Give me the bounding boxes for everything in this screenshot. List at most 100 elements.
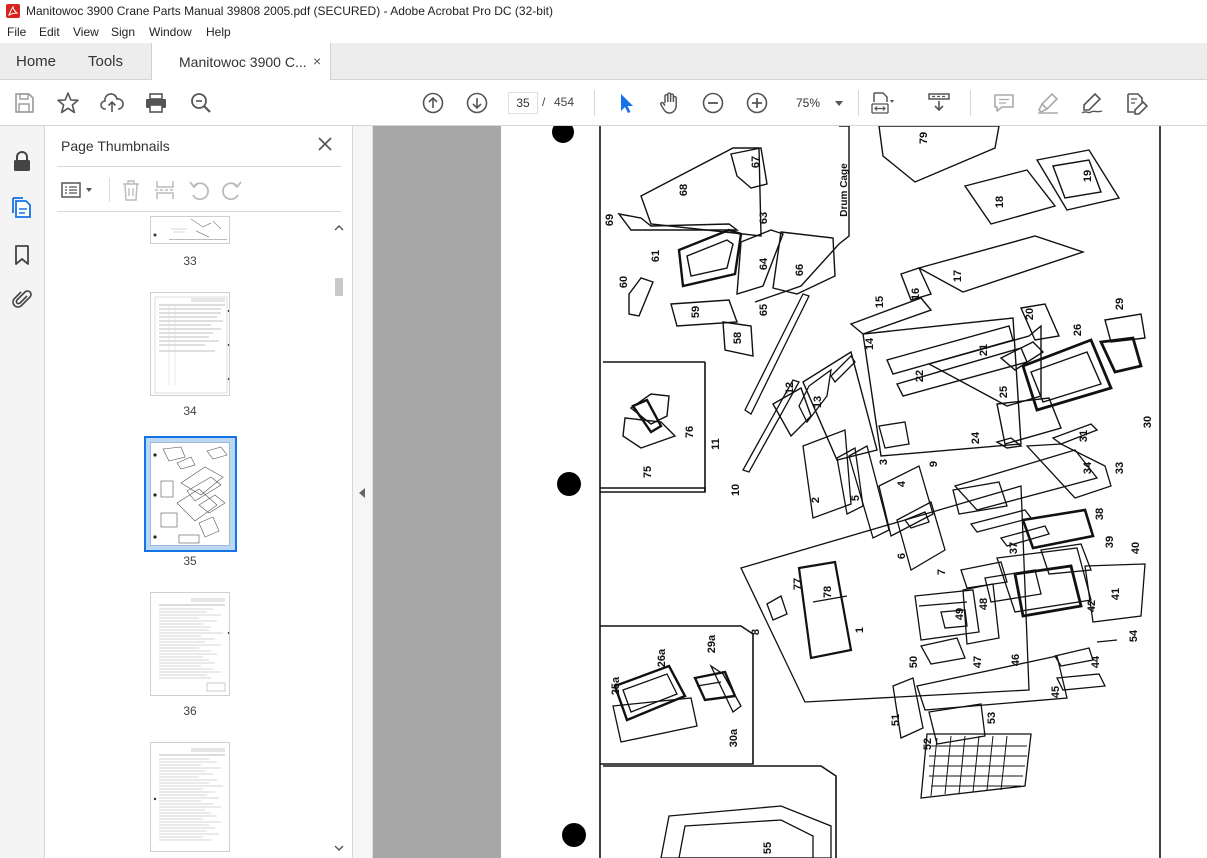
part-number-callout: 78 — [822, 586, 834, 598]
part-number-callout: 21 — [978, 344, 990, 356]
print-icon[interactable] — [144, 91, 168, 115]
panel-collapse-bar[interactable] — [353, 126, 373, 858]
tab-home[interactable]: Home — [16, 53, 56, 70]
page-thumbnail-selected[interactable] — [150, 442, 230, 546]
thumbnail-preview — [153, 446, 228, 544]
thumbnail-page-label: 33 — [183, 254, 197, 268]
part-number-callout: 26 — [1072, 324, 1084, 336]
part-number-callout: 75 — [642, 466, 654, 478]
panel-close-icon[interactable] — [317, 136, 333, 152]
tab-document-label: Manitowoc 3900 C... — [179, 54, 307, 70]
page-down-icon[interactable] — [465, 91, 489, 115]
part-number-callout: 13 — [812, 396, 824, 408]
bookmark-star-icon[interactable] — [56, 91, 80, 115]
part-number-callout: 24 — [970, 431, 982, 444]
attachments-icon[interactable] — [11, 288, 33, 310]
part-number-callout: 11 — [710, 438, 722, 450]
menu-view[interactable]: View — [73, 25, 99, 39]
tab-document[interactable]: Manitowoc 3900 C... × — [151, 43, 331, 80]
zoom-dropdown-icon — [835, 101, 843, 106]
document-viewer[interactable]: 1 2 3 4 5 6 7 8 9 10 11 12 13 14 15 16 17 18 19 20 21 22 24 25 2… — [373, 126, 1207, 858]
delete-page-icon[interactable] — [120, 179, 142, 201]
part-number-callout: 37 — [1008, 542, 1020, 554]
part-number-callout: 4 — [896, 480, 908, 487]
page-thumbnail[interactable] — [150, 592, 230, 696]
zoom-level-value: 75% — [796, 96, 821, 110]
part-number-callout: 30 — [1142, 416, 1154, 428]
save-icon[interactable] — [12, 91, 36, 115]
part-number-callout: 7 — [936, 569, 948, 575]
part-number-callout: 29 — [1114, 298, 1126, 310]
thumbnail-page-label: 36 — [183, 704, 197, 718]
part-number-callout: 58 — [732, 332, 744, 344]
panel-divider — [57, 211, 341, 212]
part-number-callout: 3 — [878, 459, 890, 465]
part-number-callout: 46 — [1010, 654, 1022, 666]
part-number-callout: 47 — [972, 656, 984, 668]
search-zoom-icon[interactable] — [189, 91, 213, 115]
part-number-callout: 20 — [1024, 308, 1036, 320]
comment-icon[interactable] — [992, 91, 1016, 115]
page-up-icon[interactable] — [421, 91, 445, 115]
panel-divider — [57, 166, 341, 167]
extract-page-icon[interactable] — [154, 179, 176, 201]
hand-icon[interactable] — [657, 91, 681, 115]
menu-window[interactable]: Window — [149, 25, 192, 39]
scroll-mode-icon[interactable] — [927, 91, 951, 115]
part-number-callout: 77 — [792, 578, 804, 590]
fill-sign-icon[interactable] — [1124, 91, 1148, 115]
acrobat-app-icon — [6, 4, 20, 18]
highlight-icon[interactable] — [1036, 91, 1060, 115]
page-thumbnail[interactable] — [150, 216, 230, 244]
title-bar: Manitowoc 3900 Crane Parts Manual 39808 … — [0, 0, 1207, 22]
page-number-input[interactable]: 35 — [508, 92, 538, 114]
part-number-callout: 39 — [1104, 536, 1116, 548]
part-number-callout: 41 — [1110, 588, 1122, 600]
part-number-callout: 55 — [762, 842, 774, 854]
zoom-out-icon[interactable] — [701, 91, 725, 115]
part-number-callout: 66 — [794, 264, 806, 276]
upload-icon[interactable] — [100, 91, 124, 115]
lock-icon[interactable] — [11, 150, 33, 172]
part-number-callout: 61 — [650, 250, 662, 262]
fit-page-icon[interactable] — [870, 91, 894, 115]
tab-tools[interactable]: Tools — [88, 53, 123, 70]
part-number-callout: 2 — [810, 497, 822, 503]
part-number-callout: 30a — [728, 728, 740, 747]
part-number-callout: 5 — [850, 495, 862, 501]
part-number-callout: 16 — [910, 288, 922, 300]
sign-icon[interactable] — [1080, 91, 1104, 115]
menu-sign[interactable]: Sign — [111, 25, 135, 39]
page-thumbnails-icon[interactable] — [11, 196, 33, 218]
part-number-callout: 65 — [758, 304, 770, 316]
bookmarks-icon[interactable] — [11, 244, 33, 266]
thumbnail-page-label: 34 — [183, 404, 197, 418]
zoom-in-icon[interactable] — [745, 91, 769, 115]
menu-help[interactable]: Help — [206, 25, 231, 39]
part-number-callout: 26a — [656, 648, 668, 667]
part-number-callout: 63 — [758, 212, 770, 224]
toolbar-divider — [858, 90, 859, 116]
tab-close-icon[interactable]: × — [313, 53, 321, 69]
rotate-counterclockwise-icon[interactable] — [188, 179, 210, 201]
tab-bar: Home Tools Manitowoc 3900 C... × — [0, 43, 1207, 80]
rotate-clockwise-icon[interactable] — [221, 179, 243, 201]
menu-file[interactable]: File — [7, 25, 26, 39]
thumbnail-options-icon[interactable] — [61, 179, 95, 201]
part-number-callout: 12 — [784, 382, 796, 394]
page-thumbnail[interactable] — [150, 742, 230, 852]
collapse-arrow-icon[interactable] — [359, 488, 365, 498]
thumbnail-scrollbar[interactable] — [332, 218, 346, 858]
menu-bar: File Edit View Sign Window Help — [0, 22, 1207, 43]
part-number-callout: 25a — [610, 676, 622, 695]
part-number-callout: 22 — [914, 370, 926, 382]
part-number-callout: 54 — [1128, 629, 1140, 642]
part-number-callout: 19 — [1082, 170, 1094, 182]
part-number-callout: 9 — [928, 461, 940, 467]
page-thumbnail[interactable] — [150, 292, 230, 396]
part-number-callout: 1 — [854, 627, 866, 633]
select-pointer-icon[interactable] — [614, 91, 638, 115]
menu-edit[interactable]: Edit — [39, 25, 60, 39]
main-toolbar: 35 / 454 75% — [0, 80, 1207, 126]
zoom-level-select[interactable]: 75% — [789, 92, 847, 114]
